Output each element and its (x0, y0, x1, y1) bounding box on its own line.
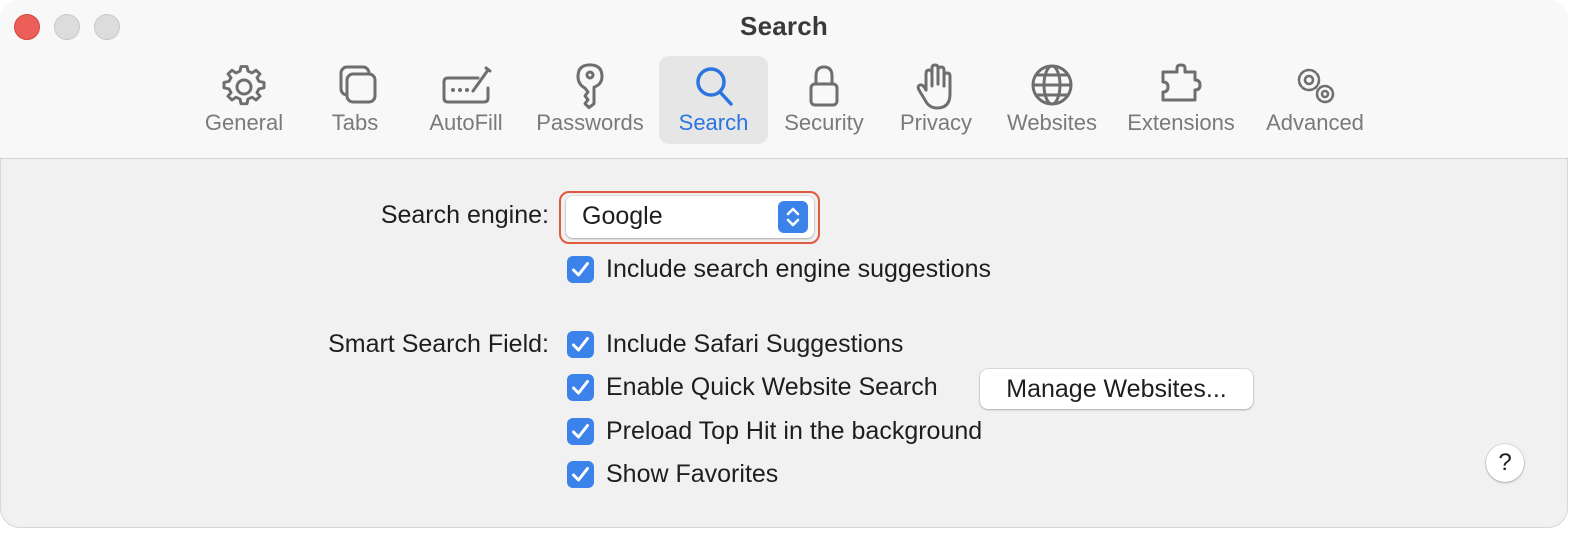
tab-autofill[interactable]: AutoFill (420, 56, 512, 144)
safari-suggestions-checkbox[interactable] (567, 331, 594, 358)
gear-icon (222, 65, 266, 106)
key-icon (576, 63, 604, 110)
preferences-window: Search General Tabs AutoFill Passwords S… (0, 0, 1568, 528)
globe-icon (1031, 64, 1073, 106)
show-favorites-label: Show Favorites (606, 460, 779, 488)
tab-label: Tabs (331, 110, 379, 135)
smart-search-field-label: Smart Search Field: (328, 330, 549, 358)
tab-label: Privacy (899, 110, 973, 135)
quick-website-search-checkbox[interactable] (567, 374, 594, 401)
preload-top-hit-checkbox[interactable] (567, 418, 594, 445)
tab-tabs[interactable]: Tabs (315, 56, 395, 144)
tab-label: Websites (1006, 110, 1098, 135)
title-bar: Search General Tabs AutoFill Passwords S… (0, 0, 1568, 159)
tab-label: Extensions (1127, 110, 1235, 135)
tab-label: Security (784, 110, 864, 135)
tab-label: Advanced (1266, 110, 1364, 135)
tab-websites[interactable]: Websites (1000, 56, 1104, 144)
tab-extensions[interactable]: Extensions (1120, 56, 1242, 144)
tab-privacy[interactable]: Privacy (892, 56, 980, 144)
hand-icon (916, 63, 952, 110)
autofill-icon (442, 66, 492, 104)
search-suggestions-checkbox[interactable] (567, 256, 594, 283)
checkmark-icon (572, 380, 589, 395)
gears-icon (1297, 68, 1335, 104)
tab-general[interactable]: General (194, 56, 294, 144)
help-button[interactable]: ? (1486, 444, 1524, 482)
tab-label: Passwords (536, 110, 644, 135)
checkmark-icon (572, 424, 589, 439)
magnifier-icon (695, 67, 733, 106)
window-title: Search (740, 11, 828, 41)
quick-website-search-label: Enable Quick Website Search (606, 373, 938, 401)
tab-security[interactable]: Security (776, 56, 872, 144)
puzzle-icon (1161, 63, 1202, 102)
tab-passwords[interactable]: Passwords (530, 56, 650, 144)
tab-label: General (204, 110, 284, 135)
tab-advanced[interactable]: Advanced (1258, 56, 1372, 144)
search-engine-value: Google (582, 202, 663, 230)
safari-suggestions-label: Include Safari Suggestions (606, 330, 904, 358)
tab-label: Search (678, 110, 749, 135)
lock-icon (809, 65, 839, 107)
tab-label: AutoFill (429, 110, 503, 135)
checkmark-icon (572, 337, 589, 352)
search-engine-label: Search engine: (380, 201, 549, 229)
tab-search[interactable]: Search (659, 56, 768, 144)
checkmark-icon (572, 262, 589, 277)
search-engine-popup[interactable]: Google (566, 196, 814, 238)
show-favorites-checkbox[interactable] (567, 461, 594, 488)
chevron-up-down-icon (778, 201, 808, 233)
search-suggestions-label: Include search engine suggestions (606, 255, 991, 283)
checkmark-icon (572, 467, 589, 482)
manage-websites-button[interactable]: Manage Websites... (980, 369, 1253, 409)
preload-top-hit-label: Preload Top Hit in the background (606, 417, 983, 445)
tabs-icon (339, 65, 377, 104)
